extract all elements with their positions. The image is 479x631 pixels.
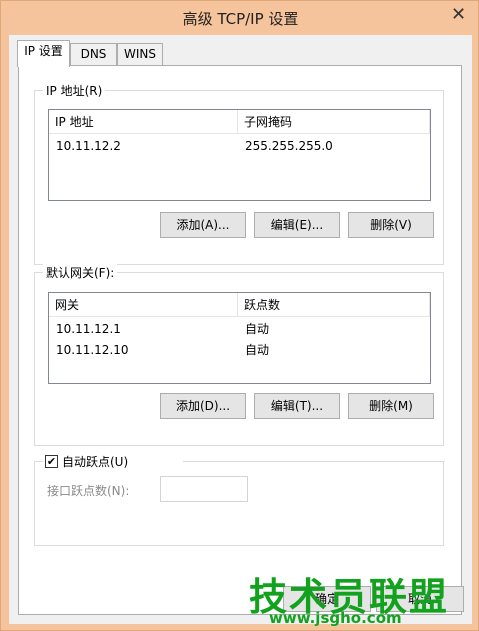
ip-row-mask[interactable]: 255.255.255.0 xyxy=(245,136,333,156)
gateway-add-button[interactable]: 添加(D)... xyxy=(160,393,246,419)
metric-group-edge xyxy=(35,461,43,462)
gateway-group: 默认网关(F): 网关 跃点数 10.11.12.1 自动 10.11.12.1… xyxy=(34,264,444,446)
ip-settings-panel: IP 地址(R) IP 地址 子网掩码 10.11.12.2 255.255.2… xyxy=(18,65,462,615)
ip-edit-button[interactable]: 编辑(E)... xyxy=(254,212,340,238)
ip-address-group-label: IP 地址(R) xyxy=(43,82,106,99)
close-button[interactable]: ✕ xyxy=(438,1,476,27)
auto-metric-checkbox[interactable]: ✔ xyxy=(45,455,58,468)
dialog-client-area: IP 设置 DNS WINS IP 地址(R) IP 地址 子网掩码 10.11… xyxy=(9,35,472,624)
gateway-group-label: 默认网关(F): xyxy=(43,264,118,281)
tab-ip-settings[interactable]: IP 设置 xyxy=(17,40,70,67)
column-header-ip[interactable]: IP 地址 xyxy=(49,110,238,134)
watermark-url: www.jsgho.com xyxy=(269,609,402,627)
auto-metric-label[interactable]: 自动跃点(U) xyxy=(62,453,128,470)
title-bar[interactable]: 高级 TCP/IP 设置 ✕ xyxy=(1,1,479,35)
metric-group-edge xyxy=(183,461,445,462)
ip-row-address[interactable]: 10.11.12.2 xyxy=(56,136,121,156)
gateway-row-address[interactable]: 10.11.12.10 xyxy=(56,340,129,360)
gateway-delete-button[interactable]: 删除(M) xyxy=(348,393,434,419)
column-header-metric[interactable]: 跃点数 xyxy=(238,293,430,317)
checkmark-icon: ✔ xyxy=(46,455,57,468)
advanced-tcpip-dialog: 高级 TCP/IP 设置 ✕ IP 设置 DNS WINS IP 地址(R) I… xyxy=(0,0,479,631)
gateway-row-address[interactable]: 10.11.12.1 xyxy=(56,319,121,339)
column-header-gateway[interactable]: 网关 xyxy=(49,293,238,317)
ip-address-group: IP 地址(R) IP 地址 子网掩码 10.11.12.2 255.255.2… xyxy=(34,82,444,265)
interface-metric-input[interactable] xyxy=(160,476,248,502)
tab-dns[interactable]: DNS xyxy=(70,43,117,65)
metric-group: ✔ 自动跃点(U) 接口跃点数(N): xyxy=(34,455,445,546)
gateway-list[interactable]: 网关 跃点数 10.11.12.1 自动 10.11.12.10 自动 xyxy=(48,292,431,384)
gateway-row-metric[interactable]: 自动 xyxy=(245,319,269,339)
interface-metric-label: 接口跃点数(N): xyxy=(47,484,130,498)
window-title: 高级 TCP/IP 设置 xyxy=(182,10,299,28)
ip-add-button[interactable]: 添加(A)... xyxy=(160,212,246,238)
close-icon: ✕ xyxy=(451,4,467,25)
column-header-mask[interactable]: 子网掩码 xyxy=(238,110,430,134)
tab-wins[interactable]: WINS xyxy=(117,43,163,65)
ip-address-list[interactable]: IP 地址 子网掩码 10.11.12.2 255.255.255.0 xyxy=(48,109,431,201)
gateway-edit-button[interactable]: 编辑(T)... xyxy=(254,393,340,419)
gateway-row-metric[interactable]: 自动 xyxy=(245,340,269,360)
ip-delete-button[interactable]: 删除(V) xyxy=(348,212,434,238)
